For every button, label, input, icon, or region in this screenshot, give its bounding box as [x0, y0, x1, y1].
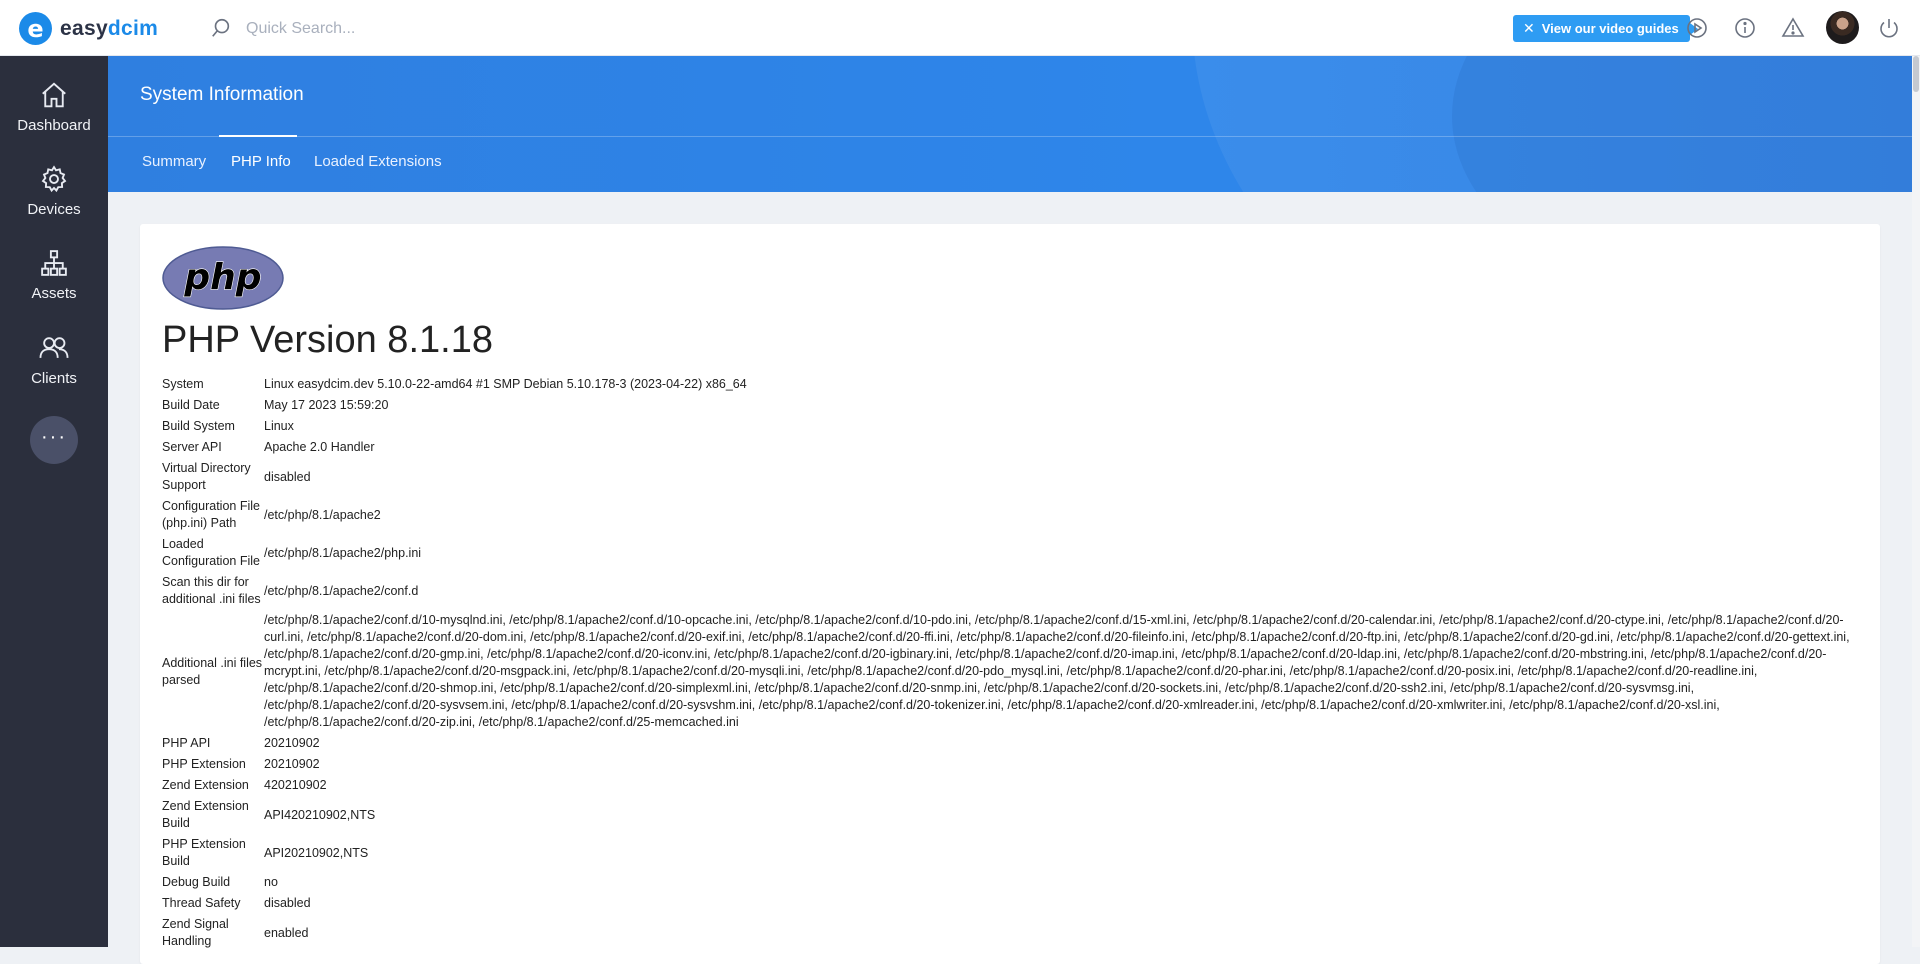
row-value: /etc/php/8.1/apache2/conf.d [264, 583, 419, 598]
phpinfo-card: php PHP Version 8.1.18 System Linux easyd… [140, 224, 1880, 964]
table-row: Build Date May 17 2023 15:59:20 [162, 395, 1862, 416]
page-title: System Information [140, 84, 304, 105]
row-key: PHP Extension Build [162, 837, 246, 868]
row-key: Configuration File (php.ini) Path [162, 499, 260, 530]
scrollbar[interactable] [1912, 56, 1920, 947]
gear-icon [41, 165, 67, 193]
logo-mark: e [19, 12, 52, 45]
active-tab-indicator [219, 135, 297, 137]
sidebar-item-label: Clients [31, 370, 77, 387]
table-row: Zend Extension 420210902 [162, 775, 1862, 796]
close-icon[interactable]: ✕ [1523, 20, 1535, 37]
row-value: Linux [264, 419, 294, 433]
row-value: May 17 2023 15:59:20 [264, 398, 389, 412]
warning-icon[interactable] [1781, 16, 1805, 40]
table-row: Virtual Directory Support disabled [162, 458, 1862, 496]
row-value: Apache 2.0 Handler [264, 440, 375, 454]
tab-divider [108, 136, 1912, 137]
row-key: Zend Signal Handling [162, 917, 229, 948]
table-row: Server API Apache 2.0 Handler [162, 437, 1862, 458]
row-value: /etc/php/8.1/apache2/php.ini [264, 545, 422, 560]
row-value: /etc/php/8.1/apache2 [264, 507, 381, 522]
easydcim-logo[interactable]: e easydcim [19, 12, 158, 45]
row-key: Thread Safety [162, 896, 241, 910]
php-version-title: PHP Version 8.1.18 [162, 319, 493, 361]
row-key: Zend Extension [162, 778, 249, 792]
tab-loaded-extensions[interactable]: Loaded Extensions [314, 153, 442, 170]
table-row: Loaded Configuration File/etc/php/8.1/ap… [162, 534, 1862, 572]
row-key: PHP API [162, 736, 211, 750]
sidebar-item-label: Dashboard [17, 117, 91, 134]
row-key: Debug Build [162, 875, 231, 889]
row-key: Additional .ini files parsed [162, 655, 263, 687]
table-row: Debug Build no [162, 872, 1862, 893]
quick-search-input[interactable] [244, 14, 648, 44]
hierarchy-icon [41, 250, 67, 276]
search-icon[interactable] [210, 17, 232, 39]
row-value: API20210902,NTS [264, 845, 369, 860]
row-key: System [162, 377, 204, 391]
table-row: PHP Extension Build API20210902,NTS [162, 834, 1862, 872]
table-row: PHP API 20210902 [162, 733, 1862, 754]
logo-text-easy: easy [60, 16, 108, 40]
phpinfo-table: System Linux easydcim.dev 5.10.0-22-amd64… [162, 374, 1862, 952]
scrollbar-thumb[interactable] [1913, 56, 1919, 92]
row-key: Virtual Directory Support [162, 461, 251, 492]
row-value: API420210902,NTS [264, 807, 376, 822]
tab-summary[interactable]: Summary [142, 153, 206, 170]
row-value: /etc/php/8.1/apache2/conf.d/10-mysqlnd.i… [264, 613, 1850, 729]
table-row: Thread Safety disabled [162, 893, 1862, 914]
sidebar-item-label: Devices [27, 201, 81, 218]
power-icon[interactable] [1877, 16, 1901, 40]
video-guides-button[interactable]: ✕ View our video guides [1513, 15, 1698, 42]
row-value: enabled [264, 925, 309, 940]
sidebar: Dashboard Devices Assets Clients ··· [0, 56, 108, 947]
table-row: Scan this dir for additional .ini files /… [162, 572, 1862, 610]
table-row: Configuration File (php.ini) Path/etc/ph… [162, 496, 1862, 534]
table-row: Zend Extension Build API420210902,NTS [162, 796, 1862, 834]
php-logo-text: php [183, 257, 261, 298]
sidebar-item-dashboard[interactable]: Dashboard [0, 80, 108, 152]
table-row: Additional .ini files parsed/etc/php/8.1… [162, 610, 1862, 733]
sidebar-item-devices[interactable]: Devices [0, 164, 108, 236]
row-value: Linux easydcim.dev 5.10.0-22-amd64 #1 SM… [264, 377, 747, 391]
tab-php-info[interactable]: PHP Info [231, 153, 291, 170]
row-value: 420210902 [264, 778, 327, 792]
row-key: Zend Extension Build [162, 799, 249, 830]
sidebar-item-assets[interactable]: Assets [0, 248, 108, 320]
logo-text: easydcim [60, 17, 158, 41]
play-icon[interactable] [1685, 16, 1709, 40]
users-icon [39, 337, 69, 358]
more-button[interactable]: ··· [30, 416, 78, 464]
row-key: Server API [162, 440, 222, 454]
row-value: 20210902 [264, 757, 320, 771]
row-value: 20210902 [264, 736, 320, 750]
row-value: disabled [264, 469, 311, 484]
row-value: no [264, 875, 278, 889]
row-key: Build System [162, 419, 235, 433]
sidebar-item-clients[interactable]: Clients [0, 333, 108, 405]
row-key: Build Date [162, 398, 220, 412]
avatar[interactable] [1826, 11, 1859, 44]
sidebar-item-label: Assets [31, 285, 77, 302]
php-logo: php [162, 246, 284, 310]
row-value: disabled [264, 896, 311, 910]
row-key: Scan this dir for additional .ini files [162, 575, 261, 606]
info-icon[interactable] [1733, 16, 1757, 40]
home-icon [42, 82, 66, 108]
row-key: Loaded Configuration File [162, 537, 260, 568]
table-row: System Linux easydcim.dev 5.10.0-22-amd64… [162, 374, 1862, 395]
logo-text-dcim: dcim [107, 16, 159, 40]
table-row: Zend Signal Handling enabled [162, 914, 1862, 952]
video-guides-label: View our video guides [1541, 21, 1679, 36]
table-row: Build System Linux [162, 416, 1862, 437]
page-header: System Information Summary PHP Info Load… [108, 56, 1912, 192]
header-decoration [1452, 56, 1912, 192]
table-row: PHP Extension 20210902 [162, 754, 1862, 775]
top-bar: e easydcim ✕ View our video guides [0, 0, 1920, 56]
row-key: PHP Extension [162, 757, 246, 771]
